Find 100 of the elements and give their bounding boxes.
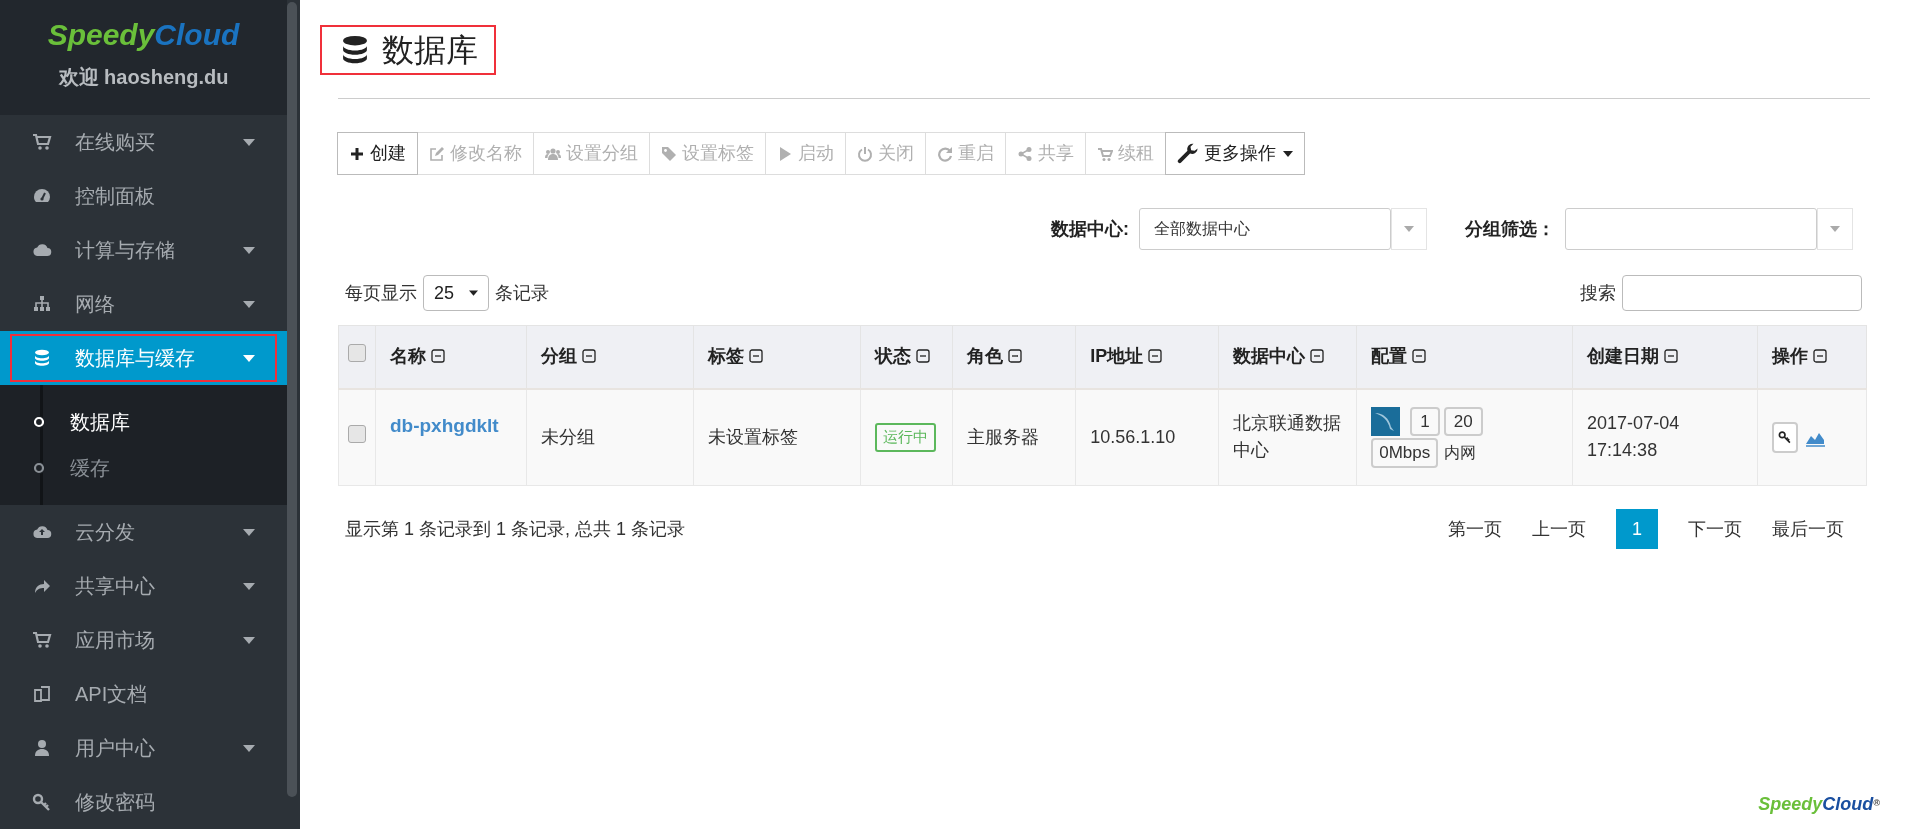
edit-icon [429,145,445,162]
table-cell: 未设置标签 [707,426,798,447]
sidebar-item[interactable]: 控制面板 [10,172,277,220]
caret-icon [243,582,255,590]
collapse-icon [915,349,930,364]
caret-icon [243,636,255,644]
sidebar-item[interactable]: 应用市场 [10,616,277,664]
column-header[interactable]: 角色 [952,325,1076,389]
collapse-icon [1412,349,1427,364]
share-icon [1017,145,1033,162]
sidebar-item[interactable]: 数据库与缓存 [10,334,277,382]
plus-icon [349,145,365,162]
speedycloud-logo: SpeedyCloud [47,20,240,50]
page-size-select[interactable]: 25 [423,275,489,311]
filter-label: 分组筛选： [1465,217,1555,241]
caret-icon [1404,226,1414,232]
network-type: 内网 [1444,443,1477,463]
caret-icon [243,138,255,146]
speedycloud-logo: SpeedyCloud$^{®}$ [1758,795,1880,813]
sidebar-item[interactable]: 修改密码 [10,778,277,826]
caret-icon [243,354,255,362]
column-header[interactable]: 配置 [1356,325,1573,389]
cpu-count: 1 [1410,406,1440,437]
database-name-link[interactable]: db-pxhgdklt [389,414,499,436]
table-cell-text: 2017-07-04 17:14:38 [1587,412,1681,463]
circle-icon [33,416,45,428]
sidebar-item[interactable]: 共享中心 [10,562,277,610]
power-icon [857,145,873,162]
select-field[interactable]: 全部数据中心 [1139,208,1391,250]
database-icon [32,348,52,368]
column-header[interactable]: 分组 [526,325,694,389]
column-header[interactable]: 状态 [860,325,953,389]
refresh-icon [937,145,953,162]
collapse-icon [748,349,763,364]
collapse-icon [1310,349,1325,364]
collapse-icon [1664,349,1679,364]
pagination-link[interactable]: 上一页 [1518,509,1600,549]
collapse-icon [430,349,445,364]
caret-icon [1283,150,1293,157]
pagination-link[interactable]: 1 [1616,509,1658,549]
sidebar-item[interactable]: 云分发 [10,508,277,556]
table-info: 显示第 1 条记录到 1 条记录, 总共 1 条记录 [344,517,686,541]
key-icon [1778,430,1792,445]
caret-icon [1830,226,1840,232]
sidebar-item[interactable]: API文档 [10,670,277,718]
toolbar-button[interactable]: 更多操作 [1165,132,1305,175]
dropdown-button[interactable] [1817,208,1853,250]
table-cell: 主服务器 [967,426,1040,447]
table-cell: 10.56.1.10 [1090,426,1176,447]
sidebar-item[interactable]: 在线购买 [10,118,277,166]
checkbox[interactable] [348,424,366,443]
records-label: 条记录 [495,281,549,305]
collapse-icon [1813,349,1827,364]
column-header[interactable]: 名称 [375,325,527,389]
submenu-item[interactable]: 缓存 [0,445,287,491]
cart-icon [32,630,52,650]
select-field[interactable] [1565,208,1817,250]
documents-icon [32,684,52,704]
welcome-text: 欢迎 haosheng.du [58,65,229,90]
column-header[interactable]: 创建日期 [1572,325,1758,389]
search-field[interactable] [1622,275,1862,311]
dolphin-icon [1371,407,1401,436]
sidebar-item[interactable]: 计算与存储 [10,226,277,274]
play-icon [777,145,793,162]
sidebar-item[interactable]: 网络 [10,280,277,328]
toolbar-button[interactable]: 创建 [337,132,418,175]
filter-label: 数据中心: [1051,217,1129,241]
table-cell: 未分组 [540,426,595,447]
column-header[interactable]: 操作 [1757,325,1867,389]
pagination-link[interactable]: 最后一页 [1758,509,1858,549]
column-header[interactable]: 标签 [693,325,860,389]
user-icon [32,738,52,758]
cart-icon [1097,145,1113,162]
users-icon [545,145,561,162]
status-badge: 运行中 [874,423,936,452]
dropdown-button[interactable] [1391,208,1427,250]
pagination-link[interactable]: 下一页 [1674,509,1756,549]
tag-icon [661,145,677,162]
table-cell-text: 北京联通数据中心 [1233,412,1343,463]
checkbox[interactable] [348,344,366,363]
key-button[interactable] [1772,421,1798,453]
collapse-icon [1008,349,1023,364]
scrollbar-thumb[interactable] [287,2,297,797]
caret-icon [243,528,255,536]
key-icon [32,792,52,812]
collapse-icon [581,349,596,364]
caret-icon [469,290,478,296]
wrench-icon [1177,142,1199,165]
caret-icon [243,300,255,308]
collapse-icon [1148,349,1163,364]
column-header[interactable]: IP地址 [1075,325,1219,389]
memory-size: 20 [1443,406,1483,437]
pagination-link[interactable]: 第一页 [1434,509,1516,549]
bandwidth: 0Mbps [1371,438,1439,468]
cart-icon [32,132,52,152]
sidebar-item[interactable]: 用户中心 [10,724,277,772]
submenu-item[interactable]: 数据库 [0,399,287,445]
caret-icon [243,744,255,752]
column-header[interactable]: 数据中心 [1218,325,1357,389]
caret-icon [243,246,255,254]
